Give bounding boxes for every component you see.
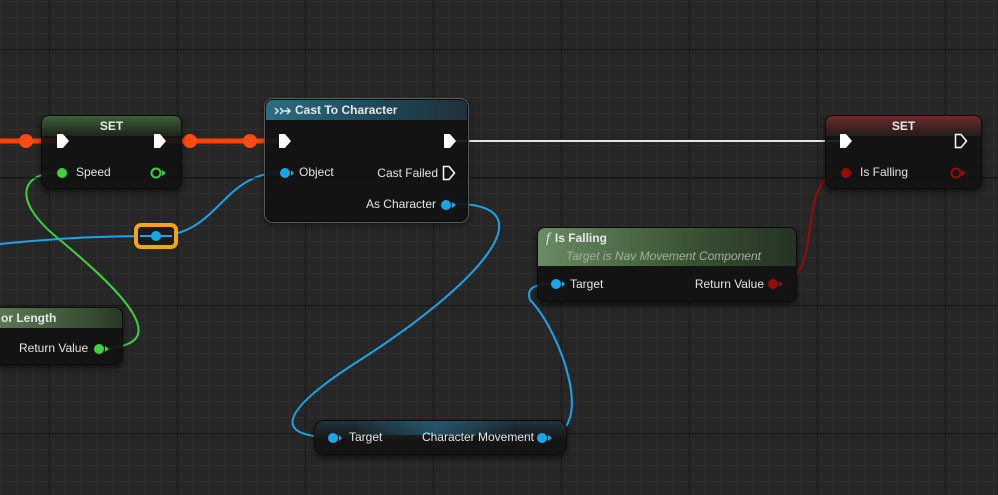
is-falling-function-node[interactable]: f Is Falling Target is Nav Movement Compo… — [537, 227, 797, 302]
vector-length-header: or Length — [0, 308, 122, 328]
vector-return-label: Return Value — [19, 341, 89, 355]
speed-pin-label: Speed — [76, 165, 111, 179]
object-wire-to-reroute[interactable] — [0, 235, 157, 245]
as-character-label: As Character — [365, 197, 436, 211]
cm-output-label: Character Movement — [421, 430, 534, 444]
set-exec-in-pin[interactable] — [839, 133, 853, 149]
set-speed-node[interactable]: SET Speed — [41, 115, 182, 189]
exec-in-pin[interactable] — [56, 133, 70, 149]
reroute-knot[interactable] — [134, 223, 178, 249]
cast-failed-label: Cast Failed — [377, 166, 438, 180]
is-falling-pin-label: Is Falling — [860, 165, 909, 179]
character-movement-node[interactable]: Target Character Movement — [314, 420, 567, 455]
object-in-pin[interactable] — [279, 167, 295, 179]
cm-target-in-pin[interactable] — [327, 432, 343, 444]
exec-wire-bead — [243, 134, 257, 148]
fn-target-label: Target — [570, 277, 604, 291]
set-is-falling-node[interactable]: SET Is Falling — [825, 115, 982, 189]
vector-length-title: or Length — [1, 311, 57, 325]
is-falling-out-pin[interactable] — [950, 167, 968, 179]
exec-out-pin[interactable] — [153, 133, 167, 149]
is-falling-in-pin[interactable] — [840, 167, 854, 179]
object-wire-character-to-target[interactable] — [291, 202, 500, 438]
is-falling-title: Is Falling — [554, 231, 607, 245]
exec-wire-bead — [19, 134, 33, 148]
function-icon: f — [546, 231, 550, 246]
cm-output-pin[interactable] — [536, 432, 554, 444]
vector-return-out-pin[interactable] — [93, 343, 111, 355]
object-wire-movement-to-target[interactable] — [528, 283, 573, 438]
fn-return-label: Return Value — [694, 277, 764, 291]
cast-header: Cast To Character — [266, 100, 467, 120]
cast-failed-exec-pin[interactable] — [442, 165, 456, 181]
object-pin-label: Object — [299, 165, 334, 179]
cm-target-label: Target — [349, 430, 383, 444]
vector-length-node[interactable]: or Length Return Value — [0, 307, 123, 365]
cast-icon — [274, 107, 292, 115]
speed-in-pin[interactable] — [56, 167, 70, 179]
fn-return-out-pin[interactable] — [767, 278, 785, 290]
cast-to-character-node[interactable]: Cast To Character Object Cast Failed As … — [265, 99, 468, 222]
is-falling-subtitle: Target is Nav Movement Component — [566, 249, 761, 263]
set-exec-out-pin[interactable] — [954, 133, 968, 149]
speed-out-pin[interactable] — [150, 167, 168, 179]
cast-title: Cast To Character — [295, 103, 398, 117]
as-character-out-pin[interactable] — [440, 199, 458, 211]
cast-exec-in-pin[interactable] — [278, 133, 292, 149]
cast-exec-out-pin[interactable] — [443, 133, 457, 149]
exec-wire-bead — [183, 134, 197, 148]
reroute-knot-icon — [140, 231, 172, 241]
fn-target-in-pin[interactable] — [550, 278, 566, 290]
